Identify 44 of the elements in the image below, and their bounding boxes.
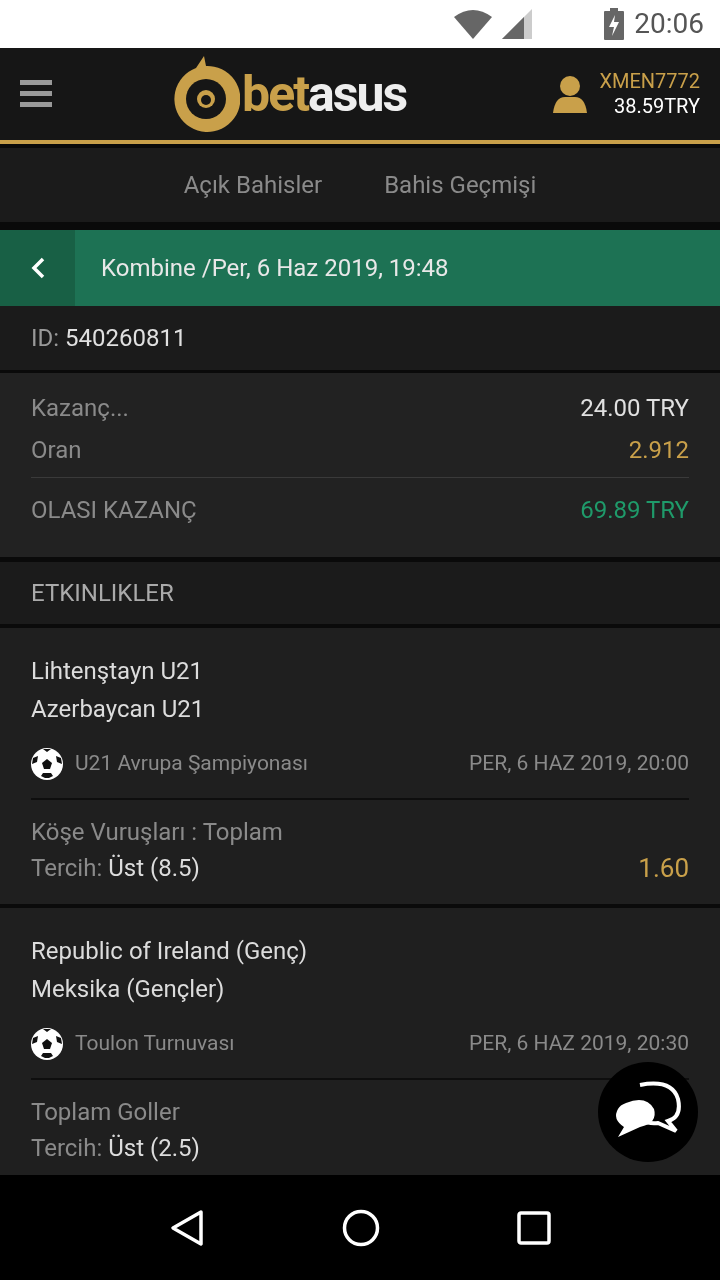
team-name: Republic of Ireland (Genç) [31,936,309,967]
soccer-ball-icon [31,748,63,780]
soccer-ball-icon [31,1028,63,1060]
menu-icon[interactable] [20,78,52,110]
recents-nav-icon[interactable] [517,1210,552,1245]
league-name: U21 Avrupa Şampiyonası [75,750,308,778]
home-nav-icon[interactable] [342,1208,380,1247]
wifi-icon [454,9,493,39]
tab[interactable]: Açık Bahisler [183,167,323,203]
potential-win: 69.89 TRY [580,494,689,526]
odds-value: 1.60 [638,852,689,885]
event-card[interactable]: Republic of Ireland (Genç) Meksika (Gençler) Toulon Turnuvası PER, 6 HAZ 2019, 20:30 Toplam Goller Tercih: Üst (2.5) [0,908,720,1175]
chevron-left-icon [30,257,45,279]
tab[interactable]: Bahis Geçmişi [384,167,537,203]
summary-label: Oran [31,435,82,466]
odds-value: 2.912 [628,435,689,466]
team-name: Lihtenştayn U21 [31,656,205,687]
team-name: Meksika (Gençler) [31,974,226,1005]
logo[interactable]: betasus [172,56,407,132]
bet-title: Kombine /Per, 6 Haz 2019, 19:48 [101,253,449,284]
logo-icon [172,56,240,132]
bet-id: 540260811 [65,323,187,354]
logo-text: betasus [242,69,407,119]
event-date: PER, 6 HAZ 2019, 20:30 [469,1030,689,1058]
market-name: Toplam Goller [31,1097,180,1128]
username[interactable]: XMEN7772 [599,69,700,94]
id-label: ID: [31,323,60,354]
balance: 38.59TRY [613,94,700,119]
user-icon [553,75,588,113]
pick-text: Tercih: Üst (8.5) [31,853,200,884]
event-date: PER, 6 HAZ 2019, 20:00 [469,750,689,778]
event-card[interactable]: Lihtenştayn U21 Azerbaycan U21 U21 Avrupa Şampiyonası PER, 6 HAZ 2019, 20:00 Köşe Vuruşları : Toplam Tercih: Üst (8.5) 1.60 [0,628,720,904]
team-name: Azerbaycan U21 [31,694,206,725]
back-nav-icon[interactable] [168,1208,205,1247]
market-name: Köşe Vuruşları : Toplam [31,817,283,848]
clock-time: 20:06 [634,6,704,42]
summary-label: OLASI KAZANÇ [31,494,197,526]
battery-icon [604,8,625,40]
pick-text: Tercih: Üst (2.5) [31,1133,200,1164]
signal-icon [502,9,533,39]
events-heading: ETKINLIKLER [31,578,174,609]
league-name: Toulon Turnuvası [75,1030,235,1058]
stake-value: 24.00 TRY [580,393,689,424]
summary-label: Kazanç... [31,393,129,424]
